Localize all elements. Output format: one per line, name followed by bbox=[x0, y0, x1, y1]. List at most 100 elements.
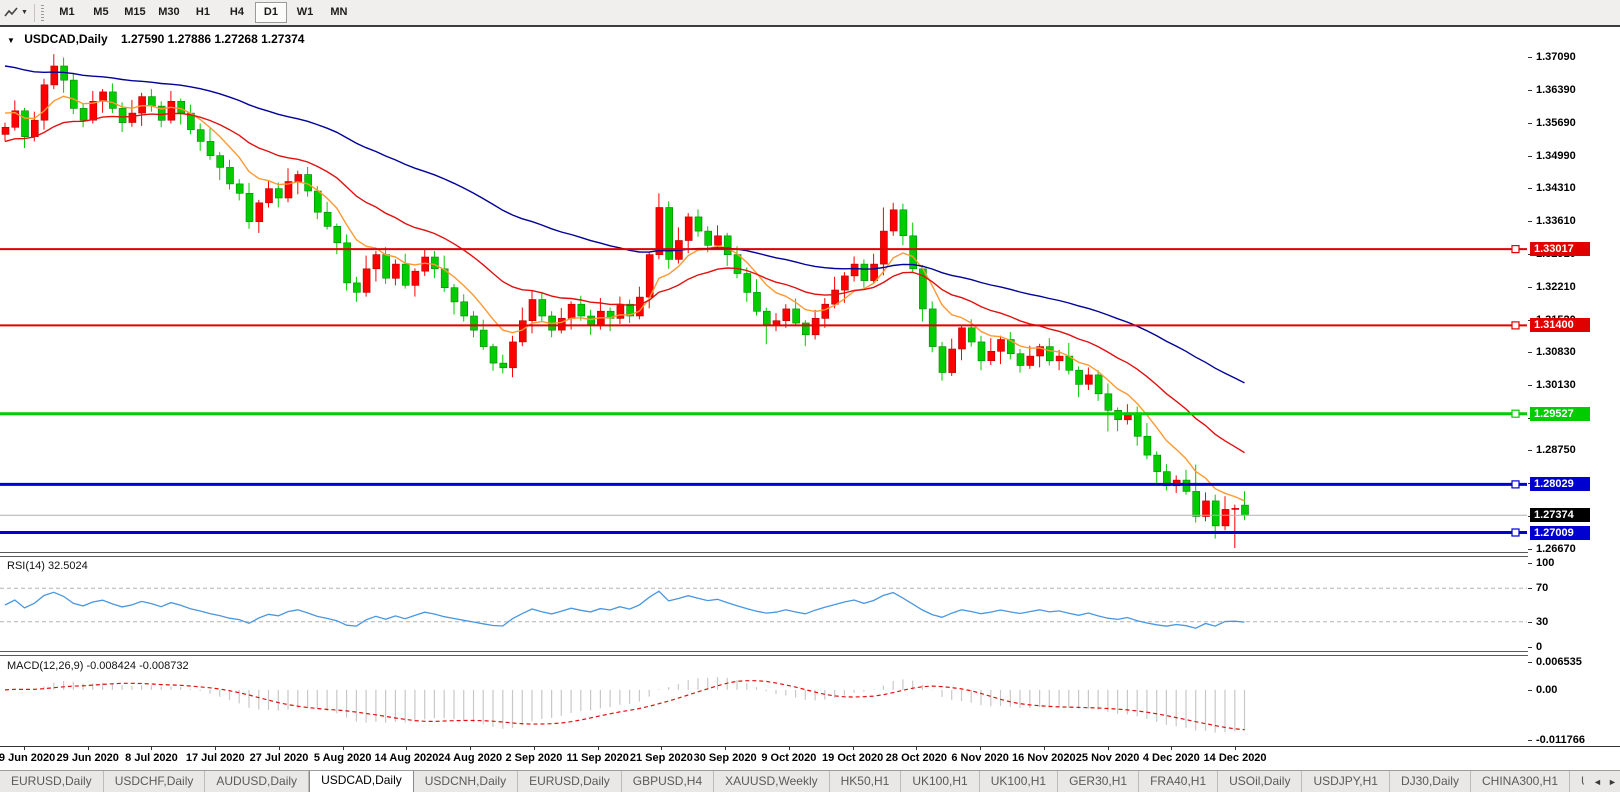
timeframe-button-m30[interactable]: M30 bbox=[153, 2, 185, 23]
timeframe-button-mn[interactable]: MN bbox=[323, 2, 355, 23]
date-tick bbox=[406, 747, 408, 750]
price-tick-1.35690: 1.35690 bbox=[1536, 117, 1576, 130]
price-tick-1.34310: 1.34310 bbox=[1536, 182, 1576, 195]
chart-tab-eurusd-daily[interactable]: EURUSD,Daily bbox=[518, 771, 622, 792]
date-label: 24 Aug 2020 bbox=[438, 752, 503, 764]
price-axis[interactable]: 1.37090 1.36390 1.35690 1.34990 1.34310 1.336… bbox=[1528, 27, 1620, 746]
price-tick-1.33610: 1.33610 bbox=[1536, 215, 1576, 228]
chart-tab-xauusd-weekly[interactable]: XAUUSD,Weekly bbox=[714, 771, 830, 792]
current-price-badge: 1.27374 bbox=[1530, 508, 1590, 523]
price-tick-1.28750: 1.28750 bbox=[1536, 444, 1576, 457]
date-tick bbox=[852, 747, 854, 750]
rsi-tick-30: 30 bbox=[1536, 615, 1549, 628]
macd-tick-0.00: 0.00 bbox=[1536, 683, 1558, 696]
timeframe-button-m15[interactable]: M15 bbox=[119, 2, 151, 23]
date-label: 16 Nov 2020 bbox=[1012, 752, 1076, 764]
date-tick bbox=[87, 747, 89, 750]
rsi-tick-70: 70 bbox=[1536, 582, 1549, 595]
chart-tab-fra40-h1[interactable]: FRA40,H1 bbox=[1139, 771, 1219, 792]
rsi-label: RSI(14) 32.5024 bbox=[7, 560, 88, 572]
date-label: 11 Sep 2020 bbox=[566, 752, 629, 764]
level-handle-1.29527[interactable] bbox=[1511, 409, 1520, 418]
price-tick-1.36390-tick bbox=[1528, 90, 1532, 92]
date-label: 5 Aug 2020 bbox=[313, 752, 372, 764]
date-label: 6 Nov 2020 bbox=[951, 752, 1009, 764]
rsi-tick-100-tick bbox=[1528, 563, 1532, 564]
chart-tab-usoil-daily[interactable]: USOil,Daily bbox=[1218, 771, 1303, 792]
chart-tab-usdcnh-daily[interactable]: USDCNH,Daily bbox=[414, 771, 519, 792]
date-tick bbox=[151, 747, 153, 750]
chart-tabs-bar: EURUSD,Daily USDCHF,Daily AUDUSD,Daily USDC… bbox=[0, 770, 1620, 792]
macd-tick--0.011766: -0.011766 bbox=[1536, 734, 1585, 746]
level-handle-1.27009[interactable] bbox=[1511, 528, 1520, 537]
date-label: 21 Sep 2020 bbox=[629, 752, 693, 764]
date-tick bbox=[597, 747, 599, 750]
chart-tab-uk100-h1[interactable]: UK100,H1 bbox=[980, 771, 1059, 792]
main-chart-pane[interactable] bbox=[0, 27, 1528, 552]
date-label: 9 Oct 2020 bbox=[761, 752, 817, 764]
chart-tab-china300-h1[interactable]: CHINA300,H1 bbox=[1471, 771, 1571, 792]
rsi-tick-100: 100 bbox=[1536, 557, 1555, 569]
macd-tick-0.00-tick bbox=[1528, 689, 1532, 691]
tab-scroll-left-icon[interactable]: ◄ bbox=[1590, 777, 1605, 787]
rsi-tick-30-tick bbox=[1528, 621, 1532, 623]
chart-tab-hk50-h1[interactable]: HK50,H1 bbox=[830, 771, 902, 792]
date-axis[interactable]: 19 Jun 202029 Jun 2020 8 Jul 2020 17 Jul 2… bbox=[0, 746, 1620, 770]
price-badge-1.28029: 1.28029 bbox=[1530, 477, 1590, 492]
date-label: 25 Nov 2020 bbox=[1075, 752, 1140, 764]
macd-label: MACD(12,26,9) -0.008424 -0.008732 bbox=[7, 660, 189, 672]
price-tick-1.34310-tick bbox=[1528, 188, 1532, 190]
price-tick-1.30830-tick bbox=[1528, 352, 1532, 354]
date-tick bbox=[916, 747, 918, 750]
timeframe-button-d1[interactable]: D1 bbox=[254, 2, 287, 23]
chart-ohlc-values: 1.27590 1.27886 1.27268 1.27374 bbox=[120, 32, 305, 46]
level-handle-1.28029[interactable] bbox=[1511, 480, 1520, 489]
macd-indicator-pane[interactable] bbox=[0, 656, 1528, 746]
date-label: 14 Aug 2020 bbox=[374, 752, 439, 764]
level-handle-1.31400[interactable] bbox=[1511, 321, 1520, 330]
chart-tab-usdchf-daily[interactable]: USDCHF,Daily bbox=[104, 771, 206, 792]
timeframe-toolbar: ▼ M1 M5 M15 M30 H1 H4 D1 W1 MN bbox=[0, 0, 1620, 27]
rsi-tick-0-tick bbox=[1528, 647, 1532, 648]
timeframe-button-h1[interactable]: H1 bbox=[187, 2, 219, 23]
date-tick bbox=[1107, 747, 1109, 750]
date-tick bbox=[1043, 747, 1045, 750]
level-handle-1.33017[interactable] bbox=[1511, 245, 1520, 254]
price-tick-1.34990: 1.34990 bbox=[1536, 150, 1576, 163]
chart-tab-ger30-h1[interactable]: GER30,H1 bbox=[1058, 771, 1140, 792]
window-menu-triangle-icon[interactable]: ▼ bbox=[7, 36, 15, 45]
timeframe-button-h4[interactable]: H4 bbox=[221, 2, 253, 23]
chart-tab-dj30-daily[interactable]: DJ30,Daily bbox=[1390, 771, 1471, 792]
timeframe-button-m5[interactable]: M5 bbox=[85, 2, 117, 23]
chevron-down-icon[interactable]: ▼ bbox=[21, 9, 28, 16]
date-label: 14 Dec 2020 bbox=[1203, 752, 1267, 764]
chart-tab-audusd-daily[interactable]: AUDUSD,Daily bbox=[205, 771, 310, 792]
rsi-line bbox=[4, 590, 1245, 629]
price-tick-1.33610-tick bbox=[1528, 221, 1532, 223]
date-tick bbox=[215, 747, 217, 750]
chart-symbol-period: USDCAD,Daily bbox=[24, 32, 108, 46]
chart-title: ▼ USDCAD,Daily 1.27590 1.27886 1.27268 1… bbox=[7, 32, 304, 46]
chart-cursor-icon[interactable] bbox=[3, 5, 19, 21]
date-tick bbox=[24, 747, 25, 750]
rsi-indicator-pane[interactable] bbox=[0, 557, 1528, 651]
chart-tab-us[interactable]: US bbox=[1570, 771, 1584, 792]
chart-tab-eurusd-daily[interactable]: EURUSD,Daily bbox=[0, 771, 104, 792]
date-tick bbox=[661, 747, 663, 750]
timeframe-button-m1[interactable]: M1 bbox=[51, 2, 83, 23]
chart-tab-usdjpy-h1[interactable]: USDJPY,H1 bbox=[1302, 771, 1390, 792]
date-tick bbox=[1171, 747, 1173, 750]
price-badge-1.27009: 1.27009 bbox=[1530, 525, 1590, 540]
price-tick-1.30130: 1.30130 bbox=[1536, 379, 1576, 392]
chart-tab-usdcad-daily[interactable]: USDCAD,Daily bbox=[309, 771, 414, 792]
macd-tick-0.006535-tick bbox=[1528, 662, 1532, 663]
chart-tab-gbpusd-h4[interactable]: GBPUSD,H4 bbox=[622, 771, 715, 792]
timeframe-button-w1[interactable]: W1 bbox=[289, 2, 321, 23]
macd-histogram bbox=[14, 677, 1246, 733]
price-tick-1.37090-tick bbox=[1528, 57, 1532, 58]
toolbar-drag-grip[interactable] bbox=[40, 4, 44, 21]
price-tick-1.37090: 1.37090 bbox=[1536, 51, 1576, 63]
chart-tab-uk100-h1[interactable]: UK100,H1 bbox=[901, 771, 980, 792]
tab-scroll-right-icon[interactable]: ► bbox=[1605, 777, 1620, 787]
trading-platform-window: ▼ M1 M5 M15 M30 H1 H4 D1 W1 MN ▼ USDCAD,Daily 1.… bbox=[0, 0, 1620, 792]
